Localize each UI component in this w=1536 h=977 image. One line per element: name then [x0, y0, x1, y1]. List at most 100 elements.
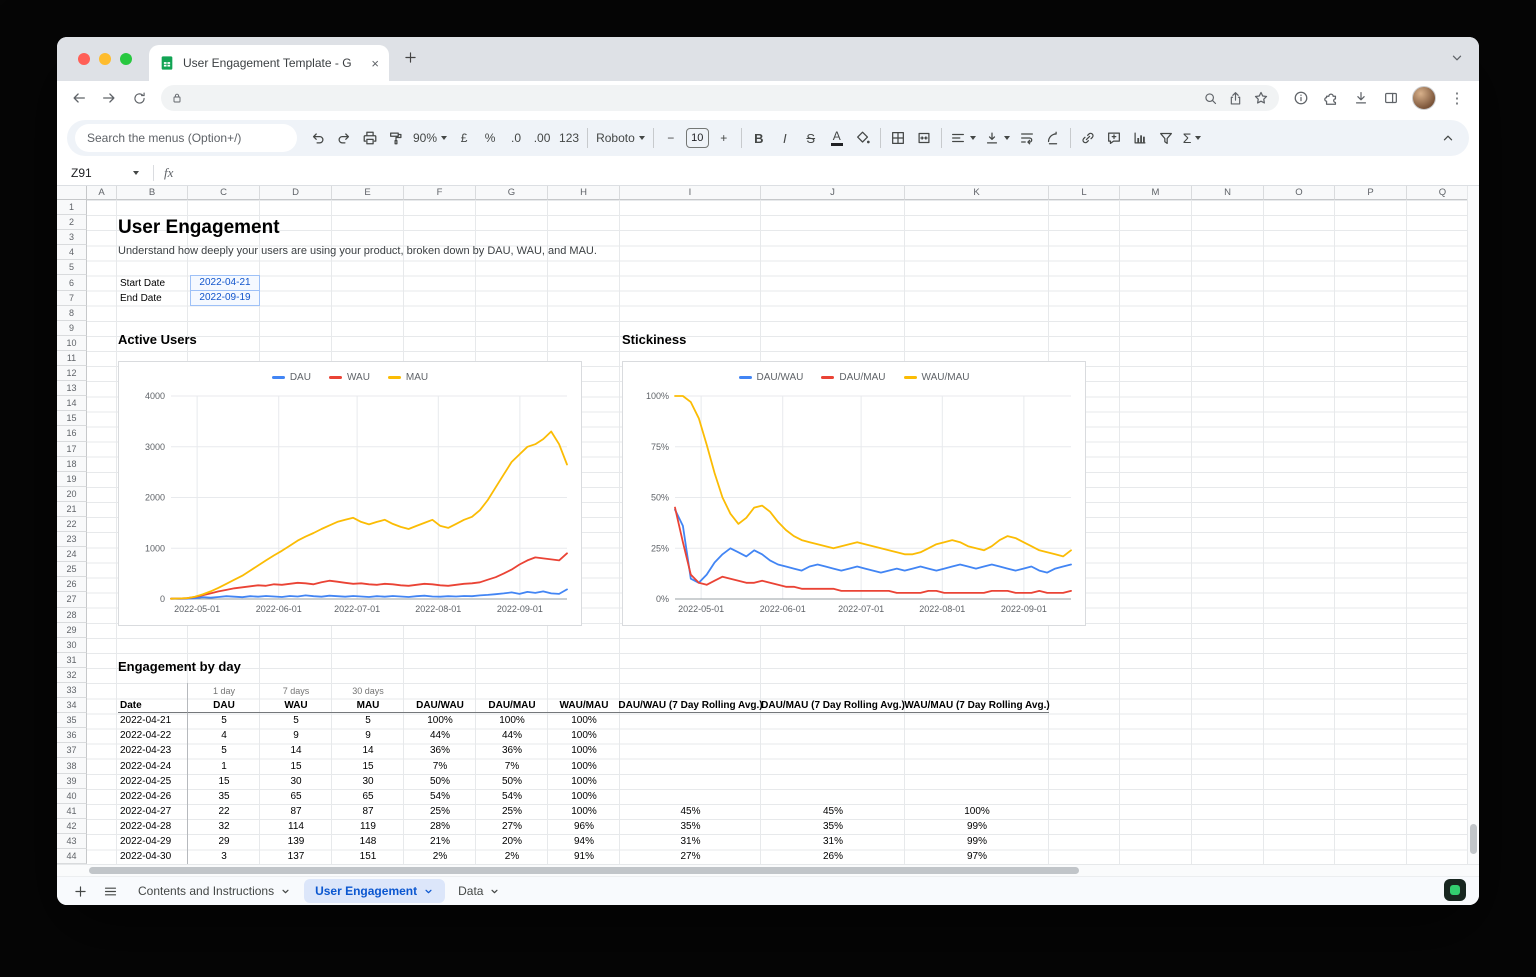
- table-cell[interactable]: [905, 743, 1049, 758]
- forward-icon[interactable]: [95, 84, 123, 112]
- table-cell[interactable]: 114: [260, 819, 332, 834]
- table-period-cell[interactable]: 7 days: [260, 683, 332, 698]
- table-cell[interactable]: 36%: [404, 743, 476, 758]
- borders-icon[interactable]: [886, 125, 910, 151]
- extensions-puzzle-icon[interactable]: [1317, 84, 1345, 112]
- table-cell[interactable]: 97%: [905, 849, 1049, 864]
- vertical-scrollbar[interactable]: [1467, 186, 1479, 864]
- column-header-L[interactable]: L: [1049, 186, 1120, 200]
- table-cell[interactable]: 65: [260, 789, 332, 804]
- table-cell[interactable]: [905, 789, 1049, 804]
- table-cell[interactable]: 21%: [404, 834, 476, 849]
- table-header-cell[interactable]: DAU/MAU: [476, 698, 548, 713]
- row-header-14[interactable]: 14: [57, 396, 87, 411]
- table-cell[interactable]: [761, 743, 905, 758]
- browser-menu-icon[interactable]: ⋮: [1443, 84, 1471, 112]
- row-header-2[interactable]: 2: [57, 215, 87, 230]
- table-cell[interactable]: 31%: [761, 834, 905, 849]
- start-date-input[interactable]: 2022-04-21: [190, 275, 260, 291]
- column-header-N[interactable]: N: [1192, 186, 1264, 200]
- table-cell[interactable]: 30: [332, 774, 404, 789]
- table-cell[interactable]: 27%: [476, 819, 548, 834]
- zoom-select[interactable]: 90%: [410, 125, 450, 151]
- spreadsheet-grid[interactable]: User Engagement Understand how deeply yo…: [87, 200, 1467, 864]
- table-period-cell[interactable]: [404, 683, 476, 698]
- table-cell[interactable]: [761, 789, 905, 804]
- table-cell[interactable]: 44%: [404, 728, 476, 743]
- table-cell[interactable]: 65: [332, 789, 404, 804]
- table-cell[interactable]: 100%: [404, 713, 476, 728]
- table-cell[interactable]: [905, 774, 1049, 789]
- table-cell[interactable]: 32: [188, 819, 260, 834]
- table-cell[interactable]: 4: [188, 728, 260, 743]
- row-header-8[interactable]: 8: [57, 306, 87, 321]
- browser-tab[interactable]: User Engagement Template - G ×: [149, 45, 389, 81]
- stickiness-chart[interactable]: DAU/WAUDAU/MAUWAU/MAU 2022-05-012022-06-…: [622, 361, 1086, 626]
- increase-decimal-button[interactable]: .00: [530, 125, 554, 151]
- table-cell[interactable]: 100%: [548, 804, 620, 819]
- print-icon[interactable]: [358, 125, 382, 151]
- table-cell[interactable]: 7%: [404, 758, 476, 773]
- decrease-font-size-button[interactable]: −: [659, 125, 683, 151]
- table-cell[interactable]: 27%: [620, 849, 761, 864]
- close-tab-icon[interactable]: ×: [371, 57, 379, 70]
- vertical-align-icon[interactable]: [981, 125, 1013, 151]
- sheet-tab-data[interactable]: Data: [447, 879, 511, 903]
- row-header-32[interactable]: 32: [57, 668, 87, 683]
- table-cell[interactable]: 54%: [404, 789, 476, 804]
- table-cell[interactable]: 44%: [476, 728, 548, 743]
- table-header-cell[interactable]: WAU/MAU: [548, 698, 620, 713]
- bookmark-star-icon[interactable]: [1253, 90, 1269, 106]
- table-cell[interactable]: 50%: [404, 774, 476, 789]
- zoom-page-icon[interactable]: [1203, 91, 1218, 106]
- horizontal-scrollbar[interactable]: [57, 864, 1479, 876]
- end-date-input[interactable]: 2022-09-19: [190, 290, 260, 306]
- table-cell[interactable]: 2022-04-26: [118, 789, 188, 804]
- bold-button[interactable]: B: [747, 125, 771, 151]
- table-period-cell[interactable]: [548, 683, 620, 698]
- row-header-10[interactable]: 10: [57, 336, 87, 351]
- font-size-input[interactable]: 10: [686, 128, 709, 148]
- row-header-18[interactable]: 18: [57, 457, 87, 472]
- row-header-31[interactable]: 31: [57, 653, 87, 668]
- table-period-cell[interactable]: [118, 683, 188, 698]
- table-cell[interactable]: 99%: [905, 819, 1049, 834]
- table-cell[interactable]: 50%: [476, 774, 548, 789]
- row-header-21[interactable]: 21: [57, 502, 87, 517]
- table-header-cell[interactable]: Date: [118, 698, 188, 713]
- row-header-17[interactable]: 17: [57, 442, 87, 457]
- table-cell[interactable]: 5: [188, 713, 260, 728]
- row-header-15[interactable]: 15: [57, 411, 87, 426]
- row-header-20[interactable]: 20: [57, 487, 87, 502]
- table-header-cell[interactable]: WAU/MAU (7 Day Rolling Avg.): [905, 698, 1049, 713]
- minimize-window-button[interactable]: [99, 53, 111, 65]
- table-cell[interactable]: 2022-04-21: [118, 713, 188, 728]
- table-cell[interactable]: 139: [260, 834, 332, 849]
- column-header-F[interactable]: F: [404, 186, 476, 200]
- table-cell[interactable]: 2022-04-29: [118, 834, 188, 849]
- table-cell[interactable]: 26%: [761, 849, 905, 864]
- table-cell[interactable]: 91%: [548, 849, 620, 864]
- column-header-K[interactable]: K: [905, 186, 1049, 200]
- column-header-I[interactable]: I: [620, 186, 761, 200]
- back-icon[interactable]: [65, 84, 93, 112]
- table-cell[interactable]: 25%: [404, 804, 476, 819]
- row-header-1[interactable]: 1: [57, 200, 87, 215]
- table-cell[interactable]: 20%: [476, 834, 548, 849]
- table-cell[interactable]: 100%: [548, 743, 620, 758]
- table-cell[interactable]: 2022-04-28: [118, 819, 188, 834]
- table-cell[interactable]: [761, 728, 905, 743]
- row-header-13[interactable]: 13: [57, 381, 87, 396]
- info-circle-icon[interactable]: [1287, 84, 1315, 112]
- column-header-C[interactable]: C: [188, 186, 260, 200]
- table-cell[interactable]: 45%: [761, 804, 905, 819]
- table-cell[interactable]: [761, 758, 905, 773]
- extension-floating-button[interactable]: [1444, 879, 1466, 901]
- table-cell[interactable]: 35%: [761, 819, 905, 834]
- column-header-M[interactable]: M: [1120, 186, 1192, 200]
- row-header-28[interactable]: 28: [57, 608, 87, 623]
- sheet-tab-contents-and-instructions[interactable]: Contents and Instructions: [127, 879, 302, 903]
- table-cell[interactable]: 5: [260, 713, 332, 728]
- row-header-12[interactable]: 12: [57, 366, 87, 381]
- row-header-19[interactable]: 19: [57, 472, 87, 487]
